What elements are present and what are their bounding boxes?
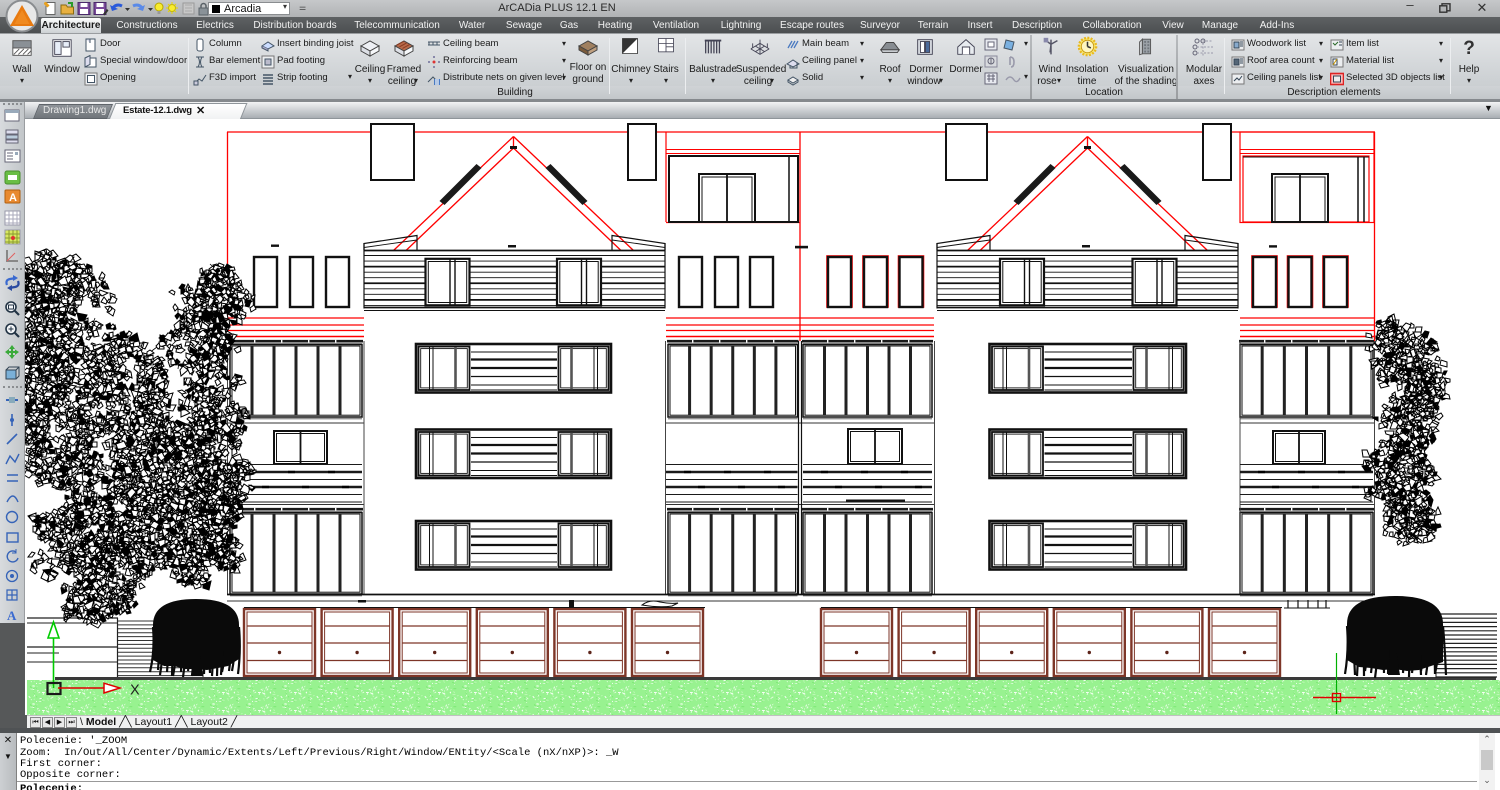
- svg-text:A: A: [7, 608, 17, 623]
- svg-text:A: A: [9, 192, 17, 204]
- svg-text:X: X: [130, 683, 140, 699]
